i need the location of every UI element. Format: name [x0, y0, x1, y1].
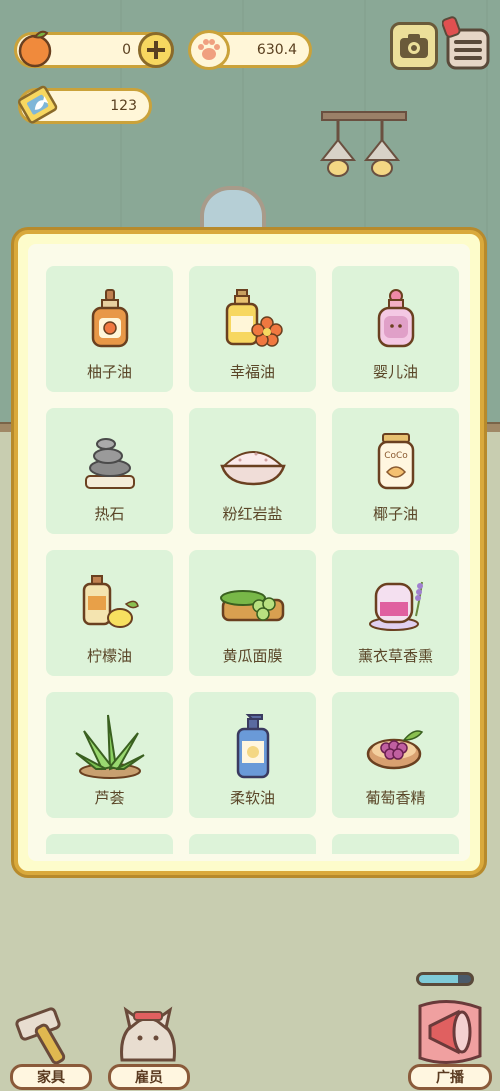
item-label: 柠檬油: [86, 647, 132, 665]
next-row-partial: [46, 834, 459, 854]
apple-icon: [14, 26, 56, 70]
cat-staff-icon: [120, 1006, 176, 1062]
item-card-happiness-oil[interactable]: 幸福油: [189, 266, 316, 392]
item-card-coconut-oil[interactable]: CoCo 椰子油: [332, 408, 459, 534]
plus-icon: [147, 41, 165, 59]
staff-label[interactable]: 雇员: [108, 1064, 190, 1090]
item-card-partial[interactable]: [189, 834, 316, 854]
camera-icon: [400, 34, 428, 58]
furniture-label[interactable]: 家具: [10, 1064, 92, 1090]
grapefruit-oil-icon: [91, 289, 128, 348]
paw-count: 630.4: [256, 42, 297, 58]
coconut-jar-text: CoCo: [384, 451, 408, 461]
hammer-icon: [15, 1007, 66, 1065]
lavender-aroma-icon: [368, 581, 423, 631]
item-card-hot-stone[interactable]: 热石: [46, 408, 173, 534]
coconut-oil-icon: CoCo: [377, 433, 414, 490]
menu-button[interactable]: [442, 16, 492, 72]
add-apples-button[interactable]: [138, 32, 174, 68]
camera-button[interactable]: [390, 22, 438, 70]
item-label: 幸福油: [229, 363, 275, 381]
item-label: 婴儿油: [372, 363, 418, 381]
item-label: 薰衣草香熏: [357, 647, 433, 665]
item-card-cucumber-mask[interactable]: 黄瓜面膜: [189, 550, 316, 676]
aloe-icon: [74, 714, 145, 779]
soft-oil-icon: [236, 714, 269, 779]
item-card-grape-essence[interactable]: 葡萄香精: [332, 692, 459, 818]
item-card-pink-rock-salt[interactable]: 粉红岩盐: [189, 408, 316, 534]
pink-rock-salt-icon: [219, 451, 286, 486]
item-label: 黄瓜面膜: [222, 647, 283, 665]
item-label: 葡萄香精: [365, 789, 426, 807]
item-card-soft-oil[interactable]: 柔软油: [189, 692, 316, 818]
item-card-grapefruit-oil[interactable]: 柚子油: [46, 266, 173, 392]
item-label: 粉红岩盐: [222, 505, 283, 523]
apple-count: 0: [122, 42, 131, 58]
broadcast-progress-bar: [416, 972, 474, 986]
settings-menu-icon: [442, 16, 490, 70]
item-label: 芦荟: [94, 789, 125, 807]
grape-essence-icon: [366, 730, 423, 770]
item-card-partial[interactable]: [46, 834, 173, 854]
cucumber-mask-icon: [219, 590, 284, 622]
progress-fill: [419, 975, 458, 983]
broadcast-label[interactable]: 广播: [408, 1064, 492, 1090]
item-selection-panel: 柚子油 幸福油 婴儿油 热石 粉红岩盐 CoCo 椰子油 柠檬油 黄瓜面膜 薰衣…: [14, 230, 484, 875]
item-card-partial[interactable]: [332, 834, 459, 854]
wall-mirror: [200, 186, 266, 236]
item-list-scroll[interactable]: 柚子油 幸福油 婴儿油 热石 粉红岩盐 CoCo 椰子油 柠檬油 黄瓜面膜 薰衣…: [28, 244, 470, 861]
item-card-aloe[interactable]: 芦荟: [46, 692, 173, 818]
ceiling-lamp: [319, 111, 407, 177]
megaphone-icon: [418, 1000, 482, 1064]
item-card-lavender-aroma[interactable]: 薰衣草香熏: [332, 550, 459, 676]
hot-stone-icon: [84, 438, 135, 489]
paw-icon: [188, 30, 230, 70]
item-label: 椰子油: [372, 505, 418, 523]
baby-oil-icon: [377, 289, 414, 348]
item-card-lemon-oil[interactable]: 柠檬油: [46, 550, 173, 676]
lemon-oil-icon: [82, 575, 139, 628]
item-label: 热石: [94, 505, 125, 523]
happiness-oil-icon: [225, 289, 283, 347]
item-label: 柚子油: [86, 363, 132, 381]
item-grid: 柚子油 幸福油 婴儿油 热石 粉红岩盐 CoCo 椰子油 柠檬油 黄瓜面膜 薰衣…: [46, 266, 459, 818]
item-label: 柔软油: [229, 789, 275, 807]
ticket-count: 123: [110, 98, 137, 114]
fish-ticket-icon: [14, 80, 64, 130]
item-card-baby-oil[interactable]: 婴儿油: [332, 266, 459, 392]
